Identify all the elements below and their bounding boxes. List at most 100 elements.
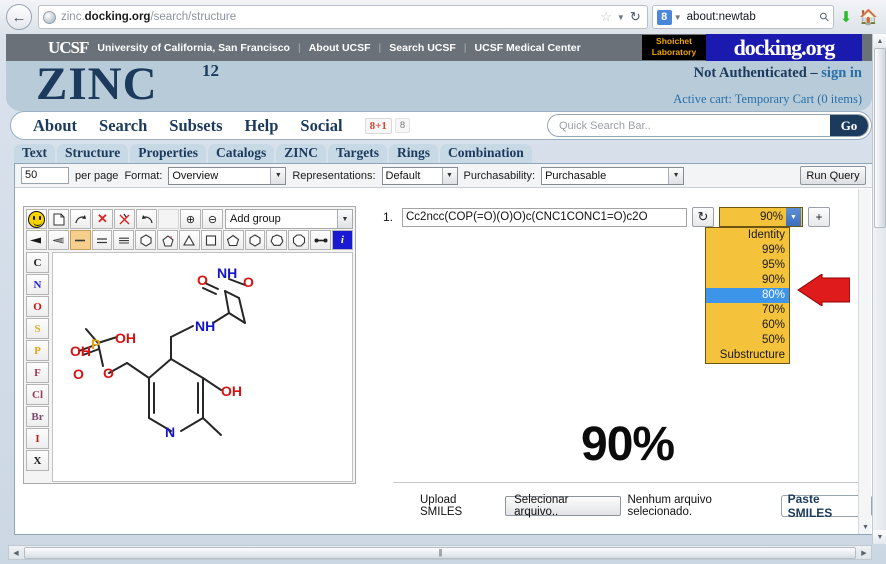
- delete-x-icon[interactable]: ✕: [92, 209, 113, 229]
- add-group-select[interactable]: Add group ▼: [225, 209, 353, 229]
- molecule-canvas[interactable]: OH OH P O O NH O O NH OH N: [52, 252, 353, 482]
- search-engine-chevron-icon[interactable]: ▼: [674, 13, 682, 22]
- ucsf-logo[interactable]: UCSF: [48, 38, 89, 58]
- chevron-down-icon[interactable]: ▼: [270, 167, 286, 184]
- zoom-in-icon[interactable]: ⊕: [180, 209, 201, 229]
- element-button-c[interactable]: C: [26, 252, 49, 273]
- square-ring-icon[interactable]: [200, 230, 222, 250]
- chevron-down-icon[interactable]: ▼: [668, 167, 684, 184]
- heptagon-ring-icon[interactable]: [266, 230, 288, 250]
- representations-select[interactable]: Default ▼: [381, 166, 458, 185]
- run-query-button[interactable]: Run Query: [800, 166, 866, 185]
- tab-rings[interactable]: Rings: [389, 144, 439, 163]
- similarity-dropdown-list[interactable]: Identity 99% 95% 90% 80% 70% 60% 50% Sub…: [705, 227, 790, 364]
- smiles-input[interactable]: Cc2ncc(COP(=O)(O)O)c(CNC1CONC1=O)c2O: [402, 207, 687, 227]
- horizontal-scroll-thumb[interactable]: |||: [24, 546, 856, 559]
- dropdown-option-50[interactable]: 50%: [706, 333, 789, 348]
- new-file-icon[interactable]: [48, 209, 69, 229]
- vertical-scroll-thumb[interactable]: [874, 48, 886, 228]
- hexagon-ring-icon[interactable]: [135, 230, 157, 250]
- dropdown-option-60[interactable]: 60%: [706, 318, 789, 333]
- nav-item-help[interactable]: Help: [245, 116, 279, 136]
- refresh-icon[interactable]: ↻: [692, 207, 714, 227]
- element-button-cl[interactable]: Cl: [26, 384, 49, 405]
- nav-item-search[interactable]: Search: [99, 116, 147, 136]
- element-button-o[interactable]: O: [26, 296, 49, 317]
- ucsf-link-search[interactable]: Search UCSF: [389, 42, 456, 54]
- element-button-i[interactable]: I: [26, 428, 49, 449]
- element-button-x[interactable]: X: [26, 450, 49, 471]
- chevron-down-icon[interactable]: ▼: [441, 167, 457, 184]
- dropdown-option-90[interactable]: 90%: [706, 273, 789, 288]
- active-cart-text[interactable]: Active cart: Temporary Cart (0 items): [673, 92, 862, 107]
- tab-catalogs[interactable]: Catalogs: [208, 144, 275, 163]
- format-select[interactable]: Overview ▼: [168, 166, 287, 185]
- single-bond-icon[interactable]: [69, 230, 91, 250]
- dropdown-option-99[interactable]: 99%: [706, 243, 789, 258]
- ucsf-link-about[interactable]: About UCSF: [309, 42, 371, 54]
- home-icon[interactable]: 🏠: [859, 8, 878, 26]
- element-button-f[interactable]: F: [26, 362, 49, 383]
- tab-zinc[interactable]: ZINC: [276, 144, 327, 163]
- tab-targets[interactable]: Targets: [328, 144, 388, 163]
- per-page-input[interactable]: 50: [21, 167, 69, 184]
- star-icon[interactable]: ☆: [600, 9, 612, 25]
- tab-text[interactable]: Text: [14, 144, 56, 163]
- element-button-br[interactable]: Br: [26, 406, 49, 427]
- scroll-up-icon[interactable]: ▲: [873, 34, 886, 48]
- nav-item-subsets[interactable]: Subsets: [169, 116, 222, 136]
- scroll-down-icon[interactable]: ▼: [859, 521, 872, 534]
- tab-properties[interactable]: Properties: [130, 144, 206, 163]
- similarity-select[interactable]: 90% ▼: [719, 207, 803, 227]
- dumbbell-icon[interactable]: [310, 230, 332, 250]
- shoichet-lab-badge[interactable]: Shoichet Laboratory: [642, 35, 706, 60]
- hash-bond-icon[interactable]: [47, 230, 69, 250]
- quick-search-go-button[interactable]: Go: [830, 115, 868, 136]
- ucsf-link-medical[interactable]: UCSF Medical Center: [475, 42, 581, 54]
- address-bar[interactable]: zinc.docking.org/search/structure ☆ ▼ ↻: [38, 5, 648, 29]
- wedge-bond-icon[interactable]: [26, 230, 47, 250]
- hexagon2-ring-icon[interactable]: [244, 230, 266, 250]
- chevron-down-icon[interactable]: ▼: [337, 210, 352, 228]
- purchasability-select[interactable]: Purchasable ▼: [541, 166, 685, 185]
- scroll-down-icon[interactable]: ▼: [873, 530, 886, 544]
- add-query-button[interactable]: +: [808, 207, 830, 227]
- double-bond-icon[interactable]: [91, 230, 113, 250]
- charge-ring-icon[interactable]: o: [157, 230, 179, 250]
- smiley-icon[interactable]: [26, 209, 47, 229]
- dropdown-option-80[interactable]: 80%: [706, 288, 789, 303]
- redo-curve-icon[interactable]: [70, 209, 91, 229]
- scroll-right-icon[interactable]: ▶: [857, 546, 871, 559]
- zoom-out-icon[interactable]: ⊖: [202, 209, 223, 229]
- dropdown-option-substructure[interactable]: Substructure: [706, 348, 789, 363]
- nav-item-about[interactable]: About: [33, 116, 77, 136]
- undo-icon[interactable]: [136, 209, 157, 229]
- tab-structure[interactable]: Structure: [57, 144, 129, 163]
- choose-file-button[interactable]: Selecionar arquivo..: [505, 494, 622, 518]
- download-arrow-icon[interactable]: ⬇: [840, 8, 853, 26]
- browser-search-box[interactable]: 8 ▼ about:newtab ⚲: [651, 5, 834, 29]
- dropdown-option-95[interactable]: 95%: [706, 258, 789, 273]
- quick-search-input[interactable]: Quick Search Bar..: [548, 120, 830, 132]
- blank-icon[interactable]: [158, 209, 179, 229]
- chevron-down-icon[interactable]: ▼: [617, 13, 625, 22]
- reload-icon[interactable]: ↻: [630, 9, 641, 25]
- browser-search-value[interactable]: about:newtab: [687, 11, 820, 23]
- sign-in-link[interactable]: sign in: [821, 65, 862, 81]
- triangle-ring-icon[interactable]: [179, 230, 200, 250]
- pentagon-ring-icon[interactable]: [222, 230, 244, 250]
- back-button[interactable]: ←: [6, 4, 32, 30]
- dropdown-option-identity[interactable]: Identity: [706, 228, 789, 243]
- info-icon[interactable]: i: [332, 230, 353, 250]
- search-engine-icon[interactable]: 8: [656, 9, 672, 25]
- zinc-logo[interactable]: ZINC: [36, 57, 158, 111]
- nav-item-social[interactable]: Social: [300, 116, 342, 136]
- element-button-s[interactable]: S: [26, 318, 49, 339]
- page-vertical-scrollbar[interactable]: ▲ ▼: [872, 34, 886, 544]
- chevron-down-icon[interactable]: ▼: [786, 208, 801, 226]
- google-plus-button[interactable]: 8+1: [364, 117, 392, 134]
- element-button-n[interactable]: N: [26, 274, 49, 295]
- page-horizontal-scrollbar[interactable]: ◀ ||| ▶: [8, 545, 872, 560]
- element-button-p[interactable]: P: [26, 340, 49, 361]
- dropdown-option-70[interactable]: 70%: [706, 303, 789, 318]
